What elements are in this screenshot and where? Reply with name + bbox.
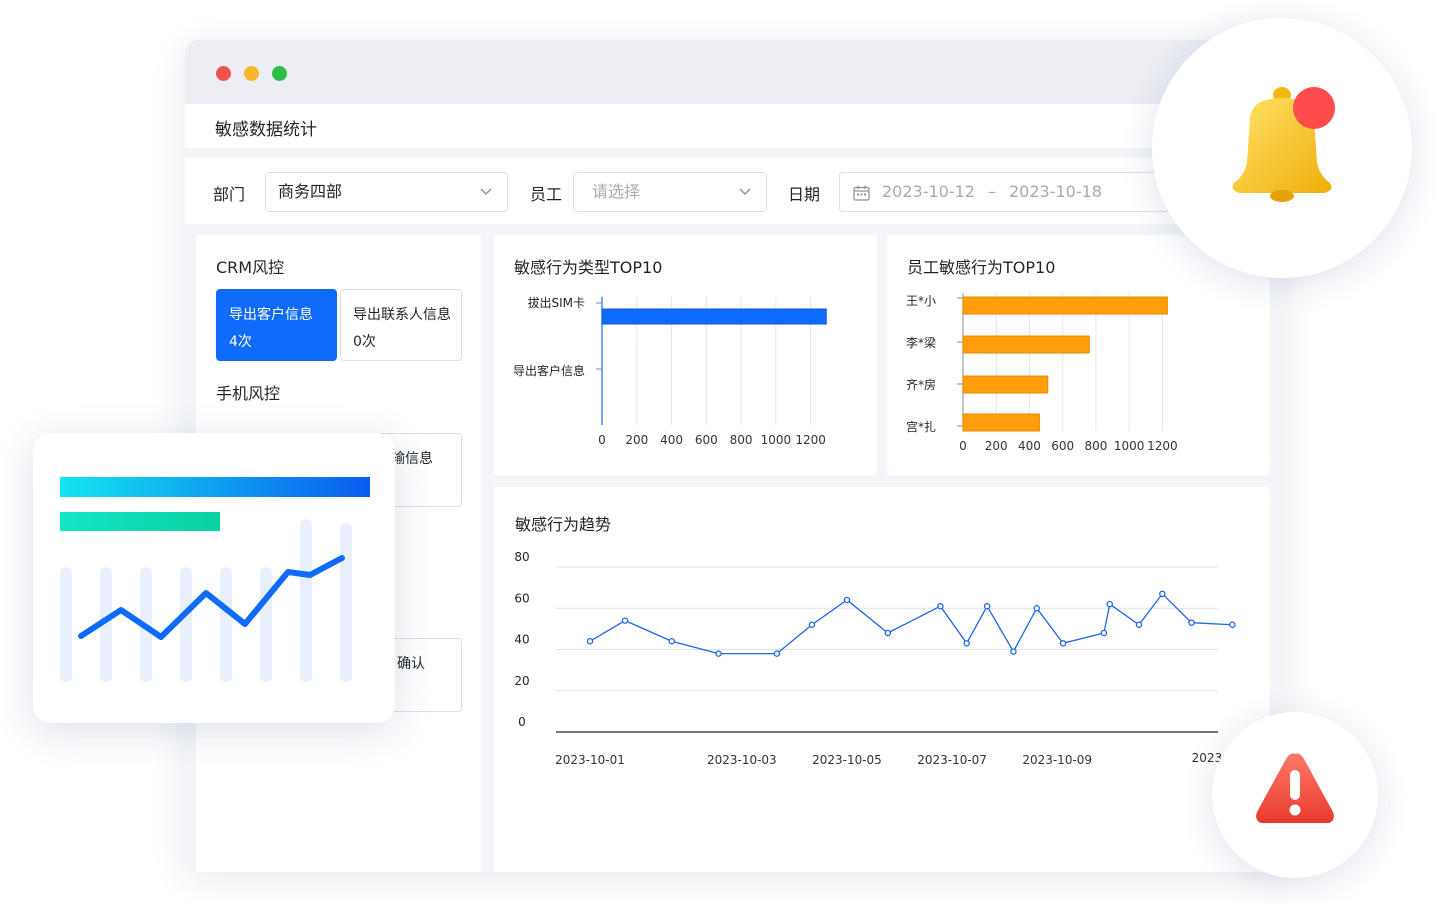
filter-bar: 部门 商务四部 员工 请选择 日期 2023-10-12 – 2023-10-1…: [185, 158, 1283, 224]
illustration-bar-short: [60, 512, 220, 531]
y-tick-label: 60: [514, 591, 529, 605]
category-label: 齐*房: [906, 377, 936, 392]
crm-risk-title: CRM风控: [216, 258, 285, 277]
bar: [962, 375, 1049, 394]
x-tick-label: 0: [959, 439, 967, 453]
y-tick-label: 80: [514, 550, 529, 564]
data-point: [1010, 648, 1017, 655]
x-tick-label: 2023-10-05: [812, 753, 882, 767]
window-titlebar: [185, 40, 1283, 104]
data-point: [1059, 640, 1067, 647]
data-point: [963, 640, 970, 647]
data-point: [586, 637, 594, 645]
y-tick-label: 40: [514, 633, 529, 647]
close-window-button[interactable]: [216, 66, 231, 81]
x-tick-label: 2023-10-07: [917, 753, 987, 767]
maximize-window-button[interactable]: [272, 66, 287, 81]
data-point: [843, 596, 851, 604]
employee-select-placeholder: 请选择: [592, 182, 641, 201]
x-tick-label: 200: [985, 439, 1008, 453]
crm-export-customer-button[interactable]: 导出客户信息 4次: [216, 289, 337, 361]
warning-icon: [1256, 753, 1334, 823]
minimize-window-button[interactable]: [244, 66, 259, 81]
data-point: [1159, 590, 1166, 598]
x-tick-label: 2023-10-03: [707, 753, 777, 767]
x-tick-label: 2023-10-01: [555, 753, 625, 767]
chevron-down-icon: [739, 188, 751, 195]
bar: [962, 413, 1040, 432]
x-tick-label: 400: [1018, 439, 1041, 453]
trend-line-chart: 0 20 40 60 80 2023-10-01 2023-10-03 2023-10-05 2…: [514, 550, 1261, 767]
crm-item-label: 导出联系人信息: [353, 307, 451, 323]
data-point: [773, 650, 781, 657]
calendar-icon: [853, 185, 870, 201]
data-point: [1100, 629, 1108, 637]
category-label: 李*梁: [906, 335, 936, 350]
data-point: [1188, 619, 1195, 626]
employee-label: 员工: [530, 185, 563, 204]
data-point: [1033, 605, 1041, 612]
data-point: [808, 621, 816, 628]
x-tick-label: 1000: [1114, 439, 1145, 453]
crm-item-count: 0次: [353, 334, 376, 350]
x-tick-label: 1000: [761, 433, 792, 447]
department-label: 部门: [213, 185, 246, 204]
date-label: 日期: [788, 185, 821, 204]
x-tick-label: 2023-10-09: [1022, 753, 1092, 767]
illustration-bar-long: [60, 477, 370, 497]
employee-select[interactable]: 请选择: [573, 172, 767, 212]
behavior-type-bar-chart: 0 200 400 600 800 1000 1200 拔出SIM卡导出客户信息: [513, 295, 827, 447]
category-label: 宫*扎: [906, 419, 936, 434]
bell-icon: [1232, 87, 1335, 202]
data-point: [715, 650, 722, 657]
data-point: [1229, 621, 1236, 628]
data-point: [937, 602, 944, 610]
y-tick-label: 0: [518, 715, 526, 729]
x-tick-label: 200: [625, 433, 648, 447]
y-tick-label: 20: [514, 674, 529, 688]
bar: [962, 335, 1090, 354]
data-point: [621, 617, 629, 624]
crm-item-count: 4次: [229, 334, 252, 350]
date-range-picker[interactable]: 2023-10-12 – 2023-10-18: [839, 172, 1169, 212]
behavior-type-chart-card: 敏感行为类型TOP10 0 200 400 600 800 1000 1200 拔出SIM卡导…: [494, 235, 877, 475]
x-tick-label: 1200: [795, 433, 826, 447]
analytics-illustration-card: [33, 433, 395, 723]
chevron-down-icon: [480, 188, 492, 195]
category-label: 王*小: [906, 294, 936, 308]
bar: [601, 308, 827, 325]
bar: [962, 296, 1168, 315]
data-point: [884, 629, 892, 637]
analytics-illustration: [60, 477, 370, 682]
page-header: 敏感数据统计: [185, 104, 1283, 148]
date-end: 2023-10-18: [1009, 182, 1102, 201]
category-label: 导出客户信息: [513, 363, 585, 378]
warning-bubble: [1212, 712, 1378, 878]
department-select-value: 商务四部: [278, 182, 343, 201]
data-point: [668, 637, 676, 645]
x-tick-label: 400: [660, 433, 683, 447]
x-tick-label: 600: [1051, 439, 1074, 453]
data-point: [983, 602, 991, 610]
data-point: [1135, 621, 1143, 628]
crm-export-contact-button[interactable]: 导出联系人信息 0次: [340, 289, 462, 361]
date-separator: –: [988, 182, 996, 201]
x-tick-label: 1200: [1147, 439, 1178, 453]
data-point: [1106, 600, 1114, 608]
trend-chart-card: 敏感行为趋势 0 20 40 60 80 2023-10-01 2023-10-03 2023…: [494, 487, 1270, 872]
phone-risk-title: 手机风控: [216, 384, 281, 403]
date-start: 2023-10-12: [882, 182, 975, 201]
x-tick-label: 800: [730, 433, 753, 447]
x-tick-label: 800: [1084, 439, 1107, 453]
page-title: 敏感数据统计: [215, 120, 317, 140]
notification-bubble: [1152, 18, 1412, 278]
category-label: 拔出SIM卡: [527, 295, 585, 310]
x-tick-label: 0: [598, 433, 606, 447]
crm-item-label: 导出客户信息: [229, 307, 313, 323]
x-tick-label: 600: [695, 433, 718, 447]
department-select[interactable]: 商务四部: [265, 172, 508, 212]
